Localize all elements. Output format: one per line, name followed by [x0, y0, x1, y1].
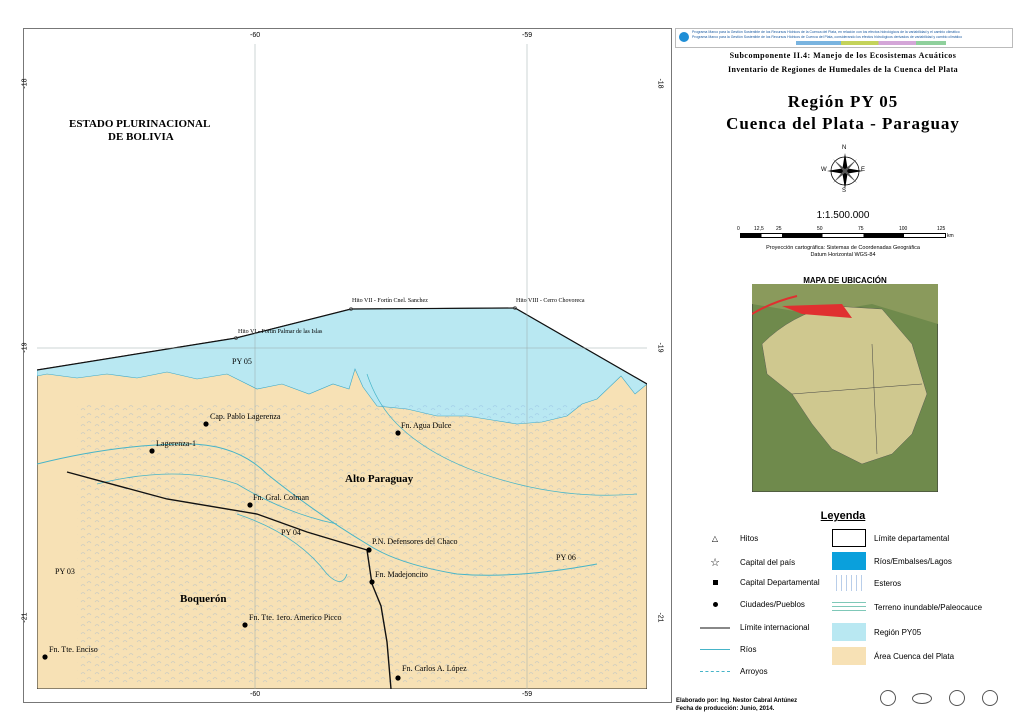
compass-w: W — [821, 167, 827, 173]
square-icon — [700, 578, 730, 587]
town-label: Cap. Pablo Lagerenza — [210, 412, 281, 421]
scale-tick: 75 — [858, 226, 864, 232]
legend-item: Esteros — [832, 575, 901, 591]
town-label: Fn. Tte. 1ero. Americo Picco — [249, 613, 342, 622]
tick-left: -18 — [21, 78, 29, 89]
banner: Programa Marco para la Gestión Sostenibl… — [675, 28, 1013, 48]
scale-tick: 12,5 — [754, 226, 764, 232]
stream-icon — [700, 667, 730, 676]
inventory: Inventario de Regiones de Humedales de l… — [727, 65, 959, 74]
banner-logo-icon — [679, 32, 689, 42]
legend-item: Capital Departamental — [700, 578, 820, 587]
scale-tick: 50 — [817, 226, 823, 232]
region-label: PY 06 — [556, 553, 576, 562]
region-label: PY 04 — [281, 528, 301, 537]
floodplain-swatch — [832, 600, 866, 614]
compass-s: S — [842, 188, 847, 194]
scale-unit: km — [947, 233, 954, 239]
tick-left: -19 — [21, 342, 29, 353]
dot-icon — [700, 600, 730, 609]
scale-ratio: 1:1.500.000 — [816, 210, 870, 221]
banner-stripe — [796, 41, 946, 45]
logo-icon — [880, 690, 896, 706]
tick-right: -18 — [656, 78, 664, 89]
water-swatch — [832, 552, 866, 570]
tick-top: -60 — [250, 32, 261, 39]
projection-text: Proyección cartográfica: Sistemas de Coo… — [766, 245, 920, 251]
tick-bottom: -60 — [250, 691, 261, 698]
scale-tick: 0 — [737, 226, 740, 232]
compass-e: E — [861, 167, 866, 173]
legend-item: Límite departamental — [832, 529, 949, 547]
town-label: Fn. Gral. Colman — [253, 493, 309, 502]
town-label: Fn. Tte. Enciso — [49, 645, 98, 654]
dept-label: Alto Paraguay — [345, 473, 414, 485]
subcomponent: Subcomponente II.4: Manejo de los Ecosis… — [729, 51, 957, 60]
town-label: Fn. Agua Dulce — [401, 421, 452, 430]
tick-right: -21 — [656, 612, 664, 623]
line-icon — [700, 623, 730, 632]
date-text: Fecha de producción: Junio, 2014. — [676, 706, 775, 712]
hito-label: Hito VIII - Cerro Chovoreca — [516, 298, 585, 304]
tick-top: -59 — [522, 32, 533, 39]
region-swatch — [832, 623, 866, 641]
banner-text: Programa Marco para la Gestión Sostenibl… — [692, 30, 960, 34]
datum-text: Datum Horizontal WGS-84 — [810, 252, 876, 258]
logo-icon — [912, 693, 932, 704]
hito-label: Hito VII - Fortín Cnel. Sanchez — [352, 298, 428, 304]
location-map — [752, 284, 938, 492]
river-icon — [700, 645, 730, 654]
page-title: Región PY 05 — [787, 92, 899, 111]
legend-item: Ríos — [700, 645, 756, 654]
legend-item: Terreno inundable/Paleocauce — [832, 600, 982, 614]
scale-tick: 125 — [937, 226, 946, 232]
legend-item: Área Cuenca del Plata — [832, 647, 954, 665]
basin-swatch — [832, 647, 866, 665]
marsh-swatch — [832, 575, 866, 591]
scale-bar — [740, 233, 946, 238]
legend-title: Leyenda — [820, 510, 866, 522]
scale-tick: 25 — [776, 226, 782, 232]
legend-item: Ciudades/Pueblos — [700, 600, 805, 609]
banner-text: Programa Marco para la Gestión Sostenibl… — [692, 35, 963, 39]
legend-item: △ Hitos — [700, 534, 758, 543]
dept-limit-swatch — [832, 529, 866, 547]
legend-item: ☆ Capital del país — [700, 556, 795, 569]
compass-n: N — [842, 145, 847, 151]
logo-icon — [982, 690, 998, 706]
tick-left: -21 — [21, 612, 29, 623]
scale-tick: 100 — [899, 226, 908, 232]
town-label: Lagerenza-1 — [156, 439, 196, 448]
tick-right: -19 — [656, 342, 664, 353]
hito-label: Hito VI - Fortín Palmar de las Islas — [238, 329, 323, 335]
legend-item: Límite internacional — [700, 623, 809, 632]
town-label: Fn. Carlos A. López — [402, 664, 467, 673]
region-label: PY 05 — [232, 357, 252, 366]
town-label: P.N. Defensores del Chaco — [372, 537, 458, 546]
legend-item: Ríos/Embalses/Lagos — [832, 552, 952, 570]
region-label: PY 03 — [55, 567, 75, 576]
tick-bottom: -59 — [522, 691, 533, 698]
hito-icon: △ — [711, 534, 719, 543]
country-label: DE BOLIVIA — [108, 131, 174, 143]
star-icon: ☆ — [710, 557, 720, 569]
legend-item: Arroyos — [700, 667, 768, 676]
legend-item: Región PY05 — [832, 623, 921, 641]
author-text: Elaborado por: Ing. Nestor Cabral Antúne… — [676, 698, 798, 704]
town-label: Fn. Madejoncito — [375, 570, 428, 579]
dept-label: Boquerón — [180, 593, 227, 605]
logo-icon — [949, 690, 965, 706]
country-label: ESTADO PLURINACIONAL — [69, 118, 211, 130]
page-subtitle: Cuenca del Plata - Paraguay — [726, 114, 960, 133]
